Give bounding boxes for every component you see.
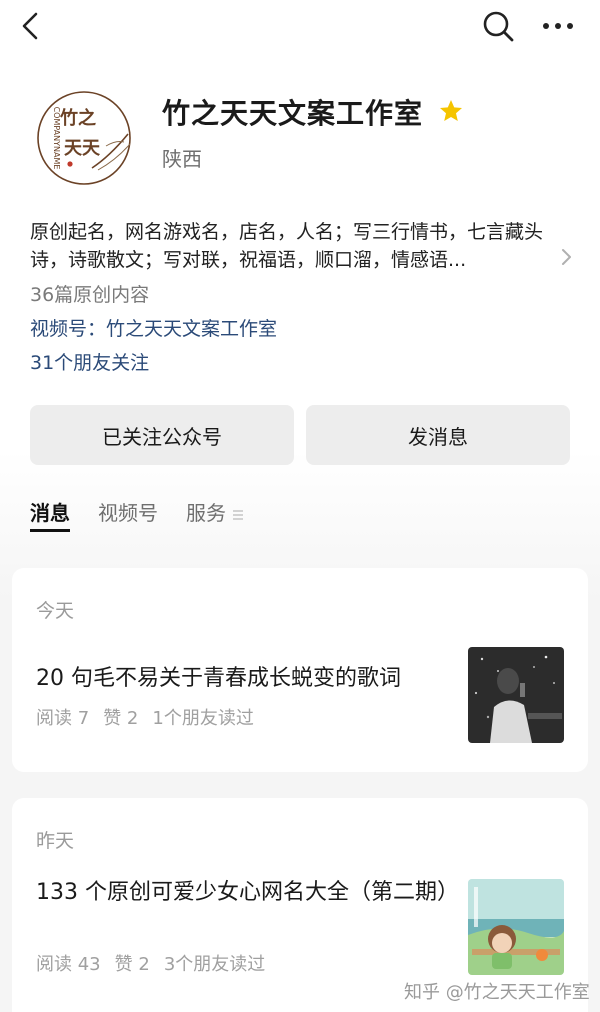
account-name: 竹之天天文案工作室 xyxy=(162,97,424,130)
article-stats: 阅读 7 赞 2 1个朋友读过 xyxy=(36,704,268,730)
logo-top-text: 竹之 xyxy=(59,107,96,129)
friends-following-link[interactable]: 31个朋友关注 xyxy=(30,348,149,375)
like-count: 赞 2 xyxy=(114,954,150,975)
logo-bottom-text: 天天 xyxy=(64,138,101,159)
date-label: 今天 xyxy=(36,600,75,622)
location-label: 陕西 xyxy=(162,147,202,171)
tab-messages[interactable]: 消息 xyxy=(30,498,70,534)
date-label: 昨天 xyxy=(36,830,75,852)
watermark: 知乎 @竹之天天工作室 xyxy=(404,982,590,1003)
account-description[interactable]: 原创起名，网名游戏名，店名，人名；写三行情书，七言藏头诗，诗歌散文；写对联，祝福… xyxy=(30,218,560,274)
avatar[interactable]: COMPANYNAME 竹之 天天 xyxy=(32,86,136,190)
tab-channels-label: 视频号 xyxy=(98,501,158,525)
tab-bar: 消息 视频号 服务 xyxy=(30,498,272,534)
article-title[interactable]: 20 句毛不易关于青春成长蜕变的歌词 xyxy=(36,662,456,696)
channel-link[interactable]: 视频号：竹之天天文案工作室 xyxy=(30,314,277,341)
menu-lines-icon xyxy=(232,500,244,530)
article-title[interactable]: 133 个原创可爱少女心网名大全（第二期） xyxy=(36,876,459,910)
search-icon[interactable] xyxy=(478,6,518,46)
tab-services-label: 服务 xyxy=(186,501,226,525)
chevron-right-icon[interactable] xyxy=(558,246,576,268)
back-arrow-icon[interactable] xyxy=(14,8,50,44)
tab-services[interactable]: 服务 xyxy=(186,498,244,534)
followed-button[interactable]: 已关注公众号 xyxy=(30,405,294,465)
article-stats: 阅读 43 赞 2 3个朋友读过 xyxy=(36,950,279,976)
read-count: 阅读 43 xyxy=(36,954,101,975)
like-count: 赞 2 xyxy=(103,708,139,729)
tab-messages-label: 消息 xyxy=(30,501,70,525)
friends-read: 1个朋友读过 xyxy=(152,708,254,729)
tab-channels[interactable]: 视频号 xyxy=(98,498,158,534)
article-thumbnail[interactable] xyxy=(468,647,564,743)
friends-read: 3个朋友读过 xyxy=(163,954,266,975)
star-icon[interactable] xyxy=(438,98,464,124)
read-count: 阅读 7 xyxy=(36,708,90,729)
send-message-button[interactable]: 发消息 xyxy=(306,405,570,465)
article-thumbnail[interactable] xyxy=(468,879,564,975)
original-article-count: 36篇原创内容 xyxy=(30,284,150,306)
more-dots-icon[interactable] xyxy=(536,8,580,44)
article-group-today: 今天 20 句毛不易关于青春成长蜕变的歌词 阅读 7 赞 2 1个朋友读过 xyxy=(12,568,588,772)
